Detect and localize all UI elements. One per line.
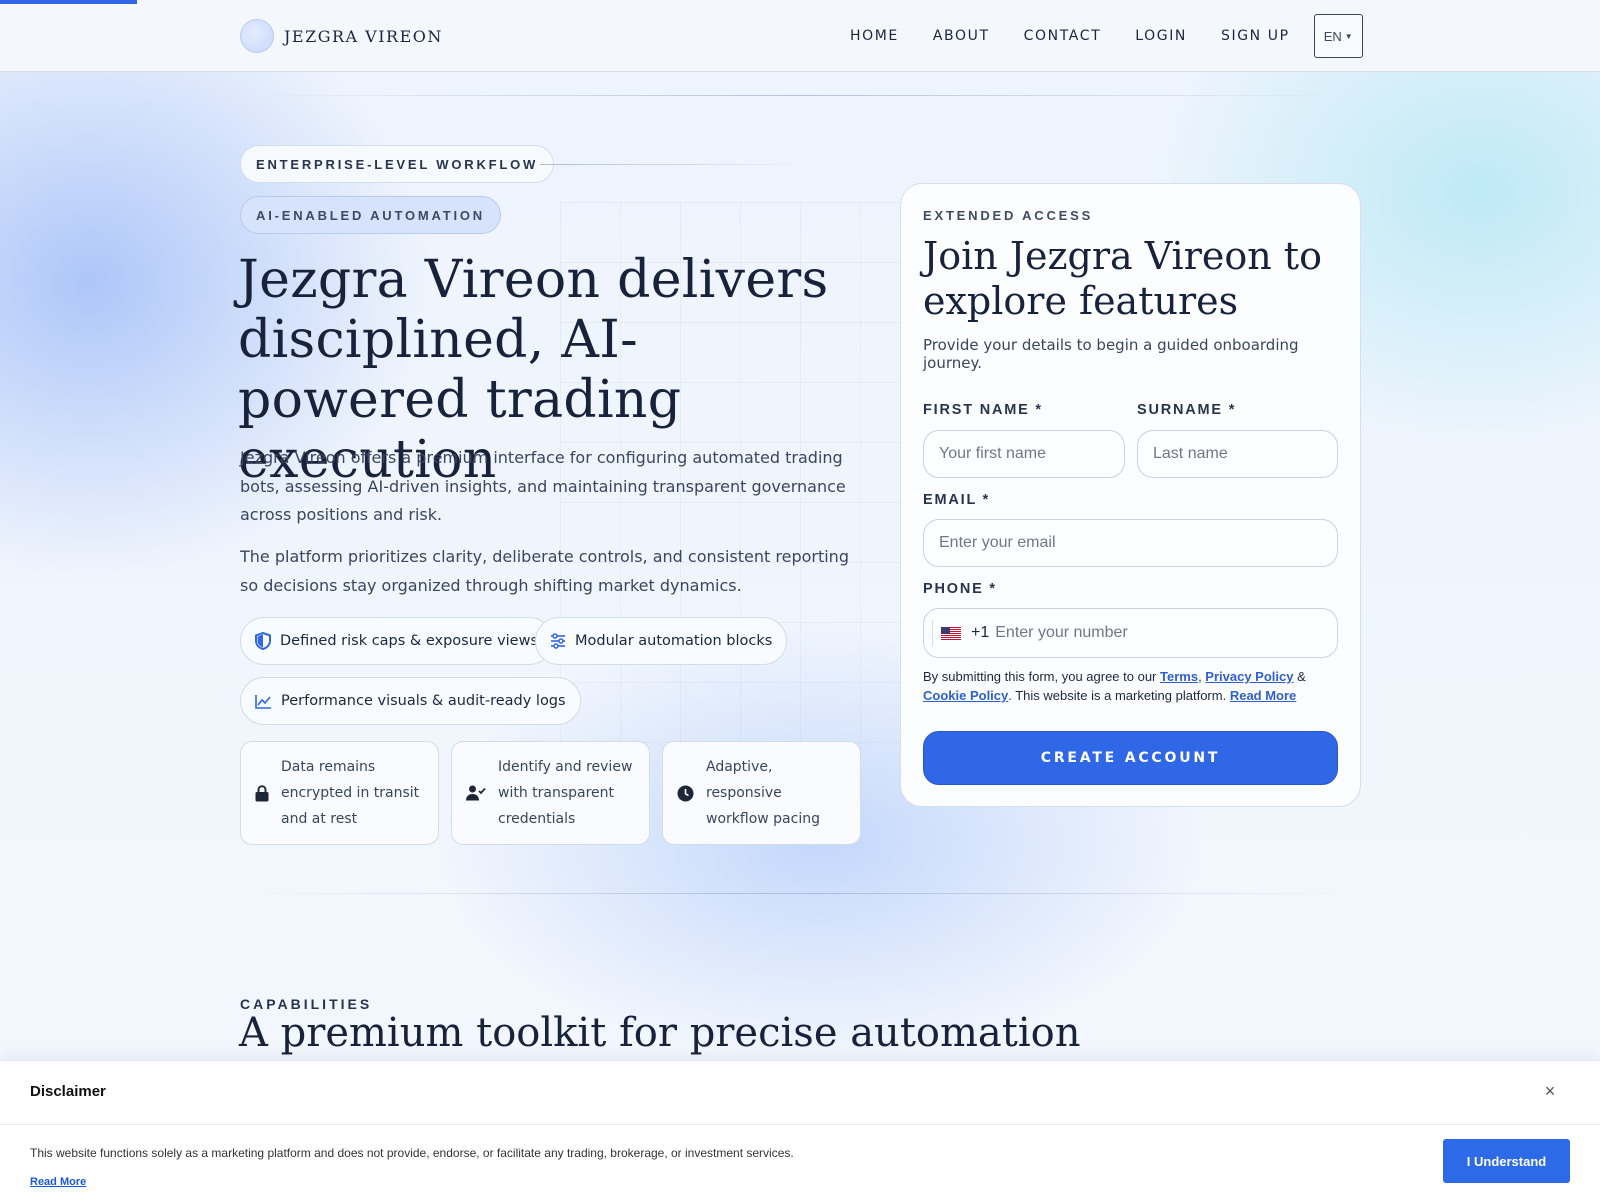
phone-field: +1 <box>923 608 1338 658</box>
us-flag-icon <box>941 626 961 640</box>
badge-divider <box>540 164 810 165</box>
sliders-icon <box>551 633 565 649</box>
trust-card-label: Identify and review with transparent cre… <box>498 759 633 827</box>
signup-form-card: EXTENDED ACCESS Join Jezgra Vireon to ex… <box>900 183 1361 807</box>
trust-card-label: Adaptive, responsive workflow pacing <box>706 759 820 827</box>
cookie-policy-link[interactable]: Cookie Policy <box>923 688 1008 703</box>
nav-about[interactable]: ABOUT <box>933 15 990 57</box>
trust-card-encryption: Data remains encrypted in transit and at… <box>240 741 439 845</box>
language-code: EN <box>1323 28 1342 44</box>
trust-card-credentials: Identify and review with transparent cre… <box>451 741 650 845</box>
trust-card-pacing: Adaptive, responsive workflow pacing <box>662 741 861 845</box>
email-label: EMAIL * <box>923 492 991 508</box>
brand-name: JEZGRA VIREON <box>284 26 443 46</box>
disclaimer-banner: Disclaimer × This website functions sole… <box>0 1060 1600 1200</box>
disclaimer-title: Disclaimer <box>30 1083 106 1100</box>
badge-ai: AI-ENABLED AUTOMATION <box>240 196 501 234</box>
site-header: JEZGRA VIREON HOME ABOUT CONTACT LOGIN S… <box>0 0 1600 72</box>
capabilities-title: A premium toolkit for precise automation <box>239 1010 1081 1056</box>
nav-sign-up[interactable]: SIGN UP <box>1221 15 1290 57</box>
language-selector[interactable]: EN ▼ <box>1313 14 1363 58</box>
main-nav: HOME ABOUT CONTACT LOGIN SIGN UP EN ▼ <box>850 14 1363 58</box>
close-icon[interactable]: × <box>1540 1081 1560 1101</box>
terms-link[interactable]: Terms <box>1160 669 1198 684</box>
disclaimer-read-more-link[interactable]: Read More <box>30 1176 86 1188</box>
form-subtitle: Provide your details to begin a guided o… <box>923 336 1299 372</box>
legal-middle: . This website is a marketing platform. <box>1008 688 1230 703</box>
hero-paragraph-1: Jezgra Vireon offers a premium interface… <box>240 448 846 524</box>
read-more-link[interactable]: Read More <box>1230 688 1296 703</box>
badge-enterprise: ENTERPRISE-LEVEL WORKFLOW <box>240 145 555 183</box>
phone-label: PHONE * <box>923 581 997 597</box>
feature-pill-risk: Defined risk caps & exposure views <box>240 617 554 665</box>
nav-login[interactable]: LOGIN <box>1135 15 1187 57</box>
first-name-label: FIRST NAME * <box>923 402 1043 418</box>
legal-prefix: By submitting this form, you agree to ou… <box>923 669 1160 684</box>
feature-pill-modular: Modular automation blocks <box>535 617 788 665</box>
feature-pill-label: Defined risk caps & exposure views <box>280 633 539 649</box>
disclaimer-text: This website functions solely as a marke… <box>30 1146 794 1160</box>
lock-icon <box>255 784 269 801</box>
clock-icon <box>677 785 694 801</box>
i-understand-button[interactable]: I Understand <box>1443 1139 1570 1183</box>
form-title: Join Jezgra Vireon to explore features <box>923 234 1322 323</box>
legal-notice: By submitting this form, you agree to ou… <box>923 667 1343 705</box>
hero-paragraph-2: The platform prioritizes clarity, delibe… <box>240 547 849 595</box>
logo-mark-icon <box>240 19 274 53</box>
first-name-input[interactable] <box>923 430 1125 478</box>
legal-ampersand: & <box>1293 669 1306 684</box>
country-code-selector[interactable]: +1 <box>932 620 989 646</box>
dial-code: +1 <box>971 624 990 641</box>
trust-card-label: Data remains encrypted in transit and at… <box>281 759 420 827</box>
user-check-icon <box>466 785 486 801</box>
divider-bottom <box>240 893 1360 894</box>
privacy-policy-link[interactable]: Privacy Policy <box>1205 669 1293 684</box>
chart-line-icon <box>255 694 271 709</box>
nav-home[interactable]: HOME <box>850 15 899 57</box>
feature-pill-label: Modular automation blocks <box>575 633 773 649</box>
surname-label: SURNAME * <box>1137 402 1237 418</box>
divider-top <box>240 95 1360 96</box>
scroll-progress-bar <box>0 0 137 4</box>
create-account-button[interactable]: CREATE ACCOUNT <box>923 731 1338 785</box>
nav-contact[interactable]: CONTACT <box>1024 15 1102 57</box>
surname-input[interactable] <box>1137 430 1338 478</box>
shield-icon <box>255 632 271 650</box>
feature-pill-label: Performance visuals & audit-ready logs <box>281 693 566 709</box>
feature-pill-performance: Performance visuals & audit-ready logs <box>240 677 581 725</box>
disclaimer-header: Disclaimer × <box>0 1061 1600 1125</box>
email-input[interactable] <box>923 519 1338 567</box>
form-eyebrow: EXTENDED ACCESS <box>923 208 1094 223</box>
brand-logo[interactable]: JEZGRA VIREON <box>240 19 443 53</box>
caret-down-icon: ▼ <box>1344 31 1353 41</box>
phone-input[interactable] <box>995 624 1316 642</box>
